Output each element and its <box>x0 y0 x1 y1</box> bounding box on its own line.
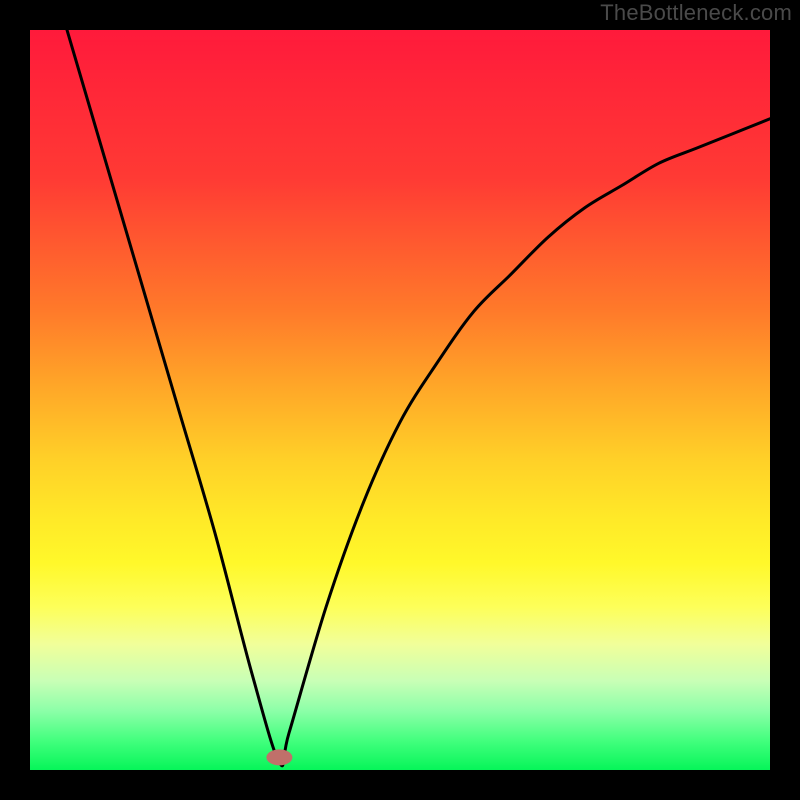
watermark-text: TheBottleneck.com <box>600 0 792 26</box>
bottleneck-curve <box>30 30 770 770</box>
curve-path <box>67 30 770 766</box>
optimum-marker <box>266 749 292 765</box>
chart-frame: TheBottleneck.com <box>0 0 800 800</box>
plot-area <box>30 30 770 770</box>
